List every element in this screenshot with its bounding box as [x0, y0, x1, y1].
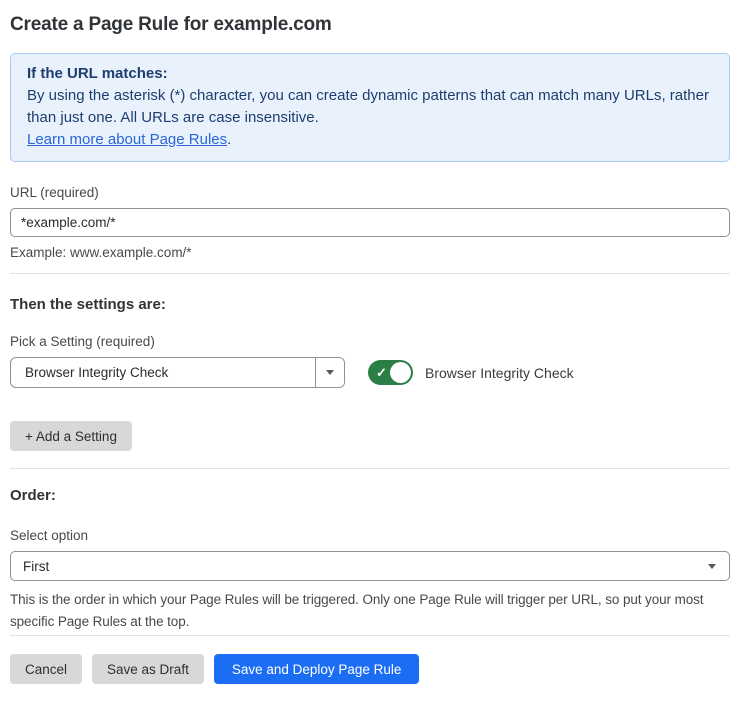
page-title: Create a Page Rule for example.com — [10, 13, 730, 37]
order-section-heading: Order: — [10, 486, 730, 505]
info-box-body: By using the asterisk (*) character, you… — [27, 85, 713, 129]
divider — [10, 273, 730, 274]
url-match-info-box: If the URL matches: By using the asteris… — [10, 53, 730, 162]
save-draft-button[interactable]: Save as Draft — [92, 654, 204, 684]
info-box-link-line: Learn more about Page Rules. — [27, 129, 713, 151]
cancel-button[interactable]: Cancel — [10, 654, 82, 684]
link-period: . — [227, 131, 231, 148]
setting-picker-value: Browser Integrity Check — [11, 358, 315, 387]
url-example-helper: Example: www.example.com/* — [10, 244, 730, 261]
setting-picker-label: Pick a Setting (required) — [10, 333, 730, 350]
order-helper-text: This is the order in which your Page Rul… — [10, 589, 730, 633]
save-deploy-button[interactable]: Save and Deploy Page Rule — [214, 654, 420, 684]
check-icon: ✓ — [376, 366, 387, 379]
setting-toggle-label: Browser Integrity Check — [425, 365, 574, 381]
add-setting-button[interactable]: + Add a Setting — [10, 421, 132, 451]
info-box-heading: If the URL matches: — [27, 63, 713, 85]
setting-row: Browser Integrity Check ✓ Browser Integr… — [10, 357, 730, 388]
dropdown-arrow-button[interactable] — [315, 358, 344, 387]
order-select-value: First — [23, 559, 708, 574]
divider — [10, 468, 730, 469]
order-select-label: Select option — [10, 527, 730, 544]
setting-picker-dropdown[interactable]: Browser Integrity Check — [10, 357, 345, 388]
divider — [10, 635, 730, 636]
settings-section-heading: Then the settings are: — [10, 295, 730, 314]
order-select[interactable]: First — [10, 551, 730, 581]
chevron-down-icon — [708, 564, 716, 569]
learn-more-link[interactable]: Learn more about Page Rules — [27, 131, 227, 148]
url-field-label: URL (required) — [10, 184, 730, 201]
footer-actions: Cancel Save as Draft Save and Deploy Pag… — [10, 654, 730, 684]
toggle-knob — [390, 362, 411, 383]
chevron-down-icon — [326, 370, 334, 375]
url-input[interactable] — [10, 208, 730, 237]
setting-toggle[interactable]: ✓ — [368, 360, 413, 385]
create-page-rule-form: Create a Page Rule for example.com If th… — [0, 0, 750, 684]
